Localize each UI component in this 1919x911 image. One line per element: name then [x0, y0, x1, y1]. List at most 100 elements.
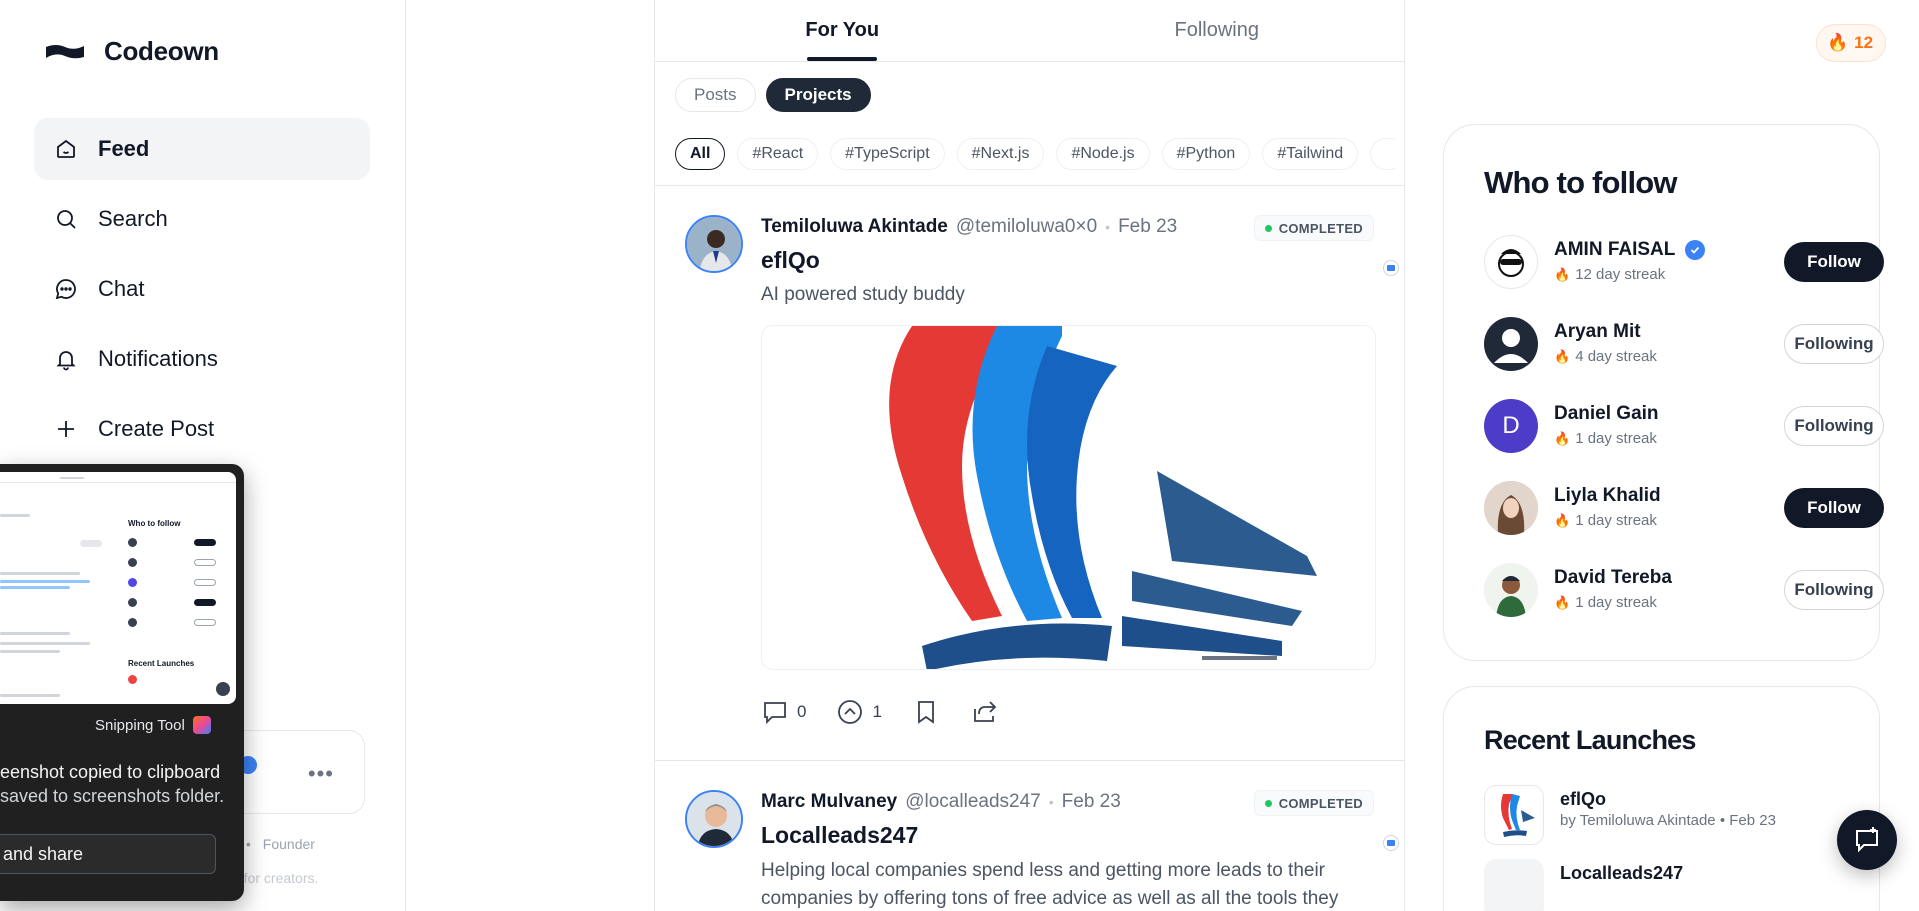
tab-for-you[interactable]: For You — [655, 0, 1030, 61]
post-handle[interactable]: @temiloluwa0×0 — [956, 216, 1097, 238]
follow-suggestion: AMIN FAISAL 🔥 12 day streak Follow — [1484, 235, 1884, 291]
content-type-toggle: Posts Projects — [675, 78, 871, 112]
eflqo-logo-image — [889, 326, 1317, 669]
chat-fab-button[interactable] — [1837, 810, 1897, 870]
fire-icon: 🔥 — [1554, 348, 1571, 364]
tag-react[interactable]: #React — [737, 138, 819, 170]
streak-badge[interactable]: 🔥 12 — [1816, 24, 1887, 62]
following-button[interactable]: Following — [1784, 406, 1884, 446]
avatar-illustration-icon — [1498, 249, 1524, 277]
verified-icon — [1685, 240, 1706, 260]
post-description: Helping local companies spend less and g… — [761, 860, 1339, 909]
nav-label-notifications: Notifications — [98, 346, 218, 371]
follow-suggestion: Aryan Mit 🔥 4 day streak Following — [1484, 317, 1884, 373]
follow-streak: 🔥 1 day streak — [1554, 430, 1657, 447]
codeown-logo-icon — [46, 44, 84, 58]
avatar[interactable] — [1484, 563, 1538, 617]
avatar[interactable] — [1484, 235, 1538, 289]
tag-nodejs[interactable]: #Node.js — [1056, 138, 1150, 170]
avatar[interactable] — [685, 215, 743, 273]
snipping-tool-app-icon — [192, 716, 211, 734]
follow-button[interactable]: Follow — [1784, 488, 1884, 528]
share-icon — [974, 701, 997, 722]
default-user-icon — [1494, 329, 1528, 363]
tab-following[interactable]: Following — [1030, 0, 1405, 61]
post-title[interactable]: Localleads247 — [761, 822, 918, 849]
more-options-icon[interactable]: ••• — [308, 761, 334, 787]
follow-name[interactable]: David Tereba — [1554, 567, 1672, 589]
footer-link-founder[interactable]: Founder — [263, 836, 315, 852]
recent-launches-title: Recent Launches — [1484, 725, 1696, 755]
post-author[interactable]: Temiloluwa Akintade — [761, 216, 948, 238]
brand[interactable]: Codeown — [44, 36, 219, 67]
post-title[interactable]: eflQo — [761, 247, 820, 274]
follow-name[interactable]: Daniel Gain — [1554, 403, 1659, 425]
nav-item-create-post[interactable]: Create Post — [34, 398, 370, 460]
post-handle[interactable]: @localleads247 — [905, 791, 1041, 813]
segment-projects[interactable]: Projects — [765, 78, 871, 112]
streak-text: 1 day streak — [1575, 430, 1657, 447]
upvote-button[interactable]: 1 — [836, 698, 882, 726]
search-icon — [54, 207, 78, 231]
follow-name-text: Daniel Gain — [1554, 403, 1659, 424]
follow-name-text: Liyla Khalid — [1554, 485, 1661, 506]
who-to-follow-card: Who to follow AMIN FAISAL 🔥 12 day strea… — [1443, 124, 1884, 661]
launch-info: eflQo by Temiloluwa Akintade • Feb 23 — [1560, 785, 1776, 829]
bookmark-button[interactable] — [912, 698, 940, 726]
post-header: Marc Mulvaney @localleads247 • Feb 23 — [761, 791, 1121, 813]
streak-count: 12 — [1854, 33, 1874, 52]
segment-posts[interactable]: Posts — [675, 78, 756, 112]
bookmark-icon — [918, 701, 934, 724]
tag-overflow[interactable] — [1370, 138, 1395, 170]
tag-all[interactable]: All — [675, 138, 726, 170]
avatar[interactable] — [1484, 317, 1538, 371]
tag-python[interactable]: #Python — [1161, 138, 1251, 170]
comment-count: 0 — [797, 702, 807, 721]
follow-suggestion: Liyla Khalid 🔥 1 day streak Follow — [1484, 481, 1884, 537]
fire-icon: 🔥 — [1554, 512, 1571, 528]
share-button[interactable] — [970, 698, 998, 726]
launch-name[interactable]: Localleads247 — [1560, 863, 1683, 884]
avatar[interactable] — [1484, 481, 1538, 535]
thumb-recent-launches: Recent Launches — [128, 659, 195, 668]
follow-streak: 🔥 4 day streak — [1554, 348, 1657, 365]
follow-name[interactable]: AMIN FAISAL — [1554, 239, 1706, 261]
snipping-tool-notification[interactable]: Who to follow Recent Launches Snipping T… — [0, 464, 244, 901]
streak-text: 12 day streak — [1575, 266, 1666, 283]
post-author[interactable]: Marc Mulvaney — [761, 791, 897, 813]
nav-item-chat[interactable]: Chat — [34, 258, 370, 320]
follow-streak: 🔥 12 day streak — [1554, 266, 1665, 283]
fire-icon: 🔥 — [1554, 594, 1571, 610]
follow-name-text: David Tereba — [1554, 567, 1672, 588]
avatar[interactable] — [685, 790, 743, 848]
project-image[interactable] — [761, 325, 1376, 670]
launch-item[interactable]: Localleads247 — [1484, 859, 1683, 911]
avatar[interactable]: D — [1484, 399, 1538, 453]
tag-tailwind[interactable]: #Tailwind — [1262, 138, 1359, 170]
tag-filter-row: All #React #TypeScript #Next.js #Node.js… — [675, 138, 1395, 172]
follow-name[interactable]: Liyla Khalid — [1554, 485, 1661, 507]
divider — [655, 760, 1404, 761]
following-button[interactable]: Following — [1784, 570, 1884, 610]
nav-item-notifications[interactable]: Notifications — [34, 328, 370, 390]
avatar-initial: D — [1502, 412, 1520, 439]
follow-name[interactable]: Aryan Mit — [1554, 321, 1641, 343]
nav-item-feed[interactable]: Feed — [34, 118, 370, 180]
fire-icon: 🔥 — [1554, 430, 1571, 446]
tag-typescript[interactable]: #TypeScript — [830, 138, 945, 170]
streak-text: 4 day streak — [1575, 348, 1657, 365]
following-button[interactable]: Following — [1784, 324, 1884, 364]
tag-nextjs[interactable]: #Next.js — [956, 138, 1045, 170]
status-dot-icon — [1264, 799, 1272, 807]
launch-info: Localleads247 — [1560, 859, 1683, 884]
follow-button[interactable]: Follow — [1784, 242, 1884, 282]
markup-and-share-button[interactable]: and share — [0, 834, 216, 874]
profile-card[interactable]: ••• — [228, 730, 365, 814]
dot-separator: • — [1105, 219, 1111, 235]
screenshot-thumbnail[interactable]: Who to follow Recent Launches — [0, 472, 236, 704]
nav-label-feed: Feed — [98, 136, 150, 161]
comment-button[interactable]: 0 — [761, 698, 806, 726]
launch-item[interactable]: eflQo by Temiloluwa Akintade • Feb 23 — [1484, 785, 1776, 845]
nav-item-search[interactable]: Search — [34, 188, 370, 250]
launch-name[interactable]: eflQo — [1560, 789, 1776, 810]
